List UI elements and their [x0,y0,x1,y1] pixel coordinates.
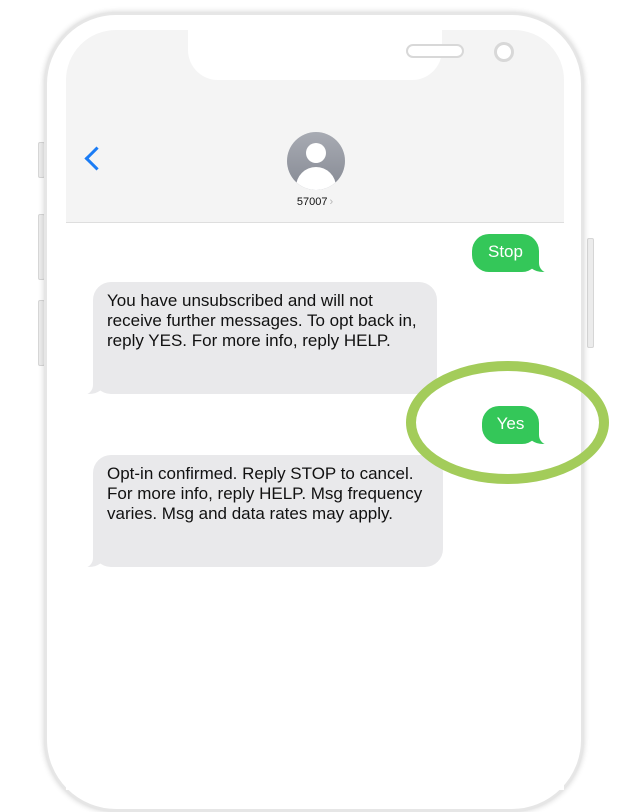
speaker-grille [406,44,464,58]
avatar[interactable] [287,132,345,190]
contact-name-button[interactable]: 57007 › [66,196,564,208]
chevron-right-icon: › [329,196,334,208]
message-text: Yes [496,414,525,433]
message-text: You have unsubscribed and will not recei… [107,291,417,350]
front-camera [494,42,514,62]
contact-name: 57007 [296,196,328,208]
notch [188,30,514,80]
message-text: Stop [488,242,523,261]
message-bubble-outgoing[interactable]: Stop [472,234,549,273]
message-text: Opt-in confirmed. Reply STOP to cancel. … [107,464,423,523]
message-bubble-incoming[interactable]: You have unsubscribed and will not recei… [83,282,437,395]
person-body-shape [296,167,336,190]
message-bubble-incoming[interactable]: Opt-in confirmed. Reply STOP to cancel. … [83,455,443,568]
power-button [587,238,594,348]
person-head-shape [306,143,326,163]
